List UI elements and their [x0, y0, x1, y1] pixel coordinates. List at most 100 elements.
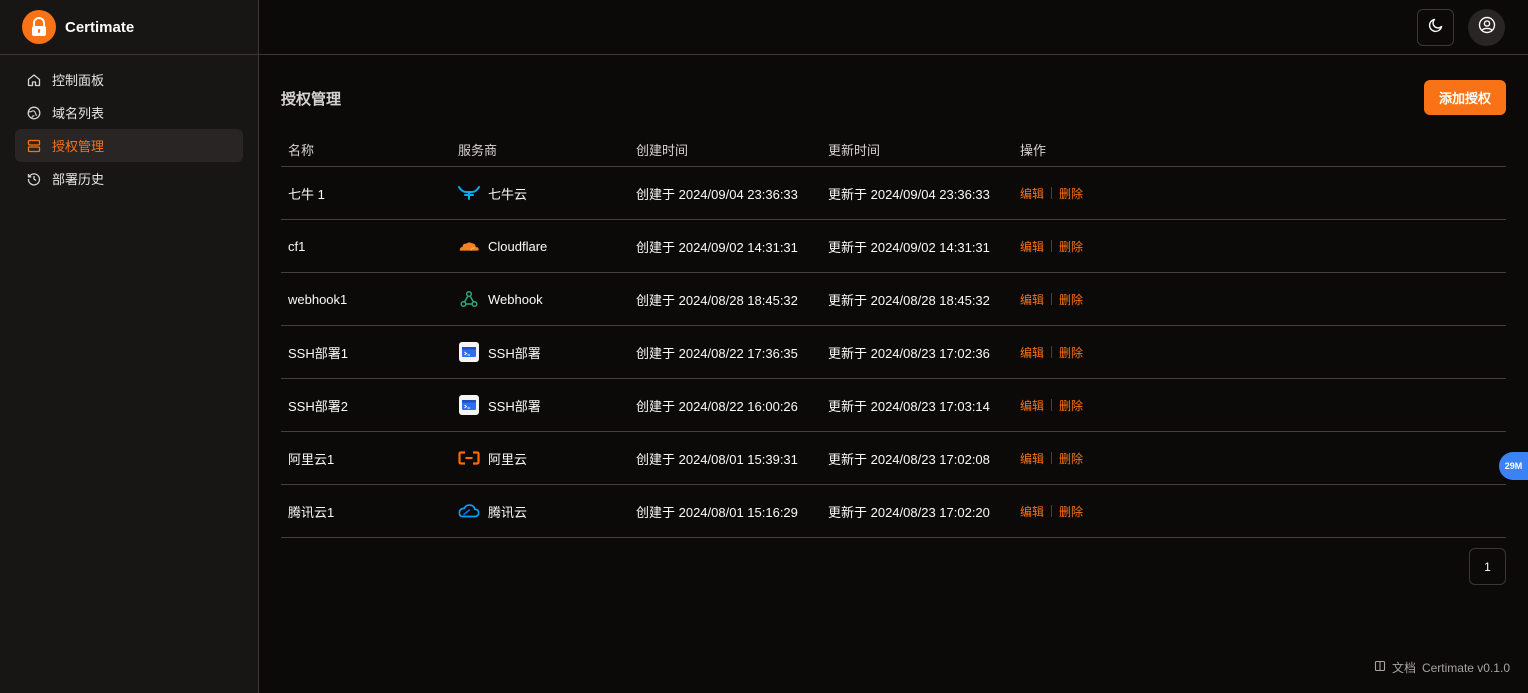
provider-cell: 腾讯云 — [458, 500, 636, 522]
delete-button[interactable]: 删除 — [1059, 291, 1083, 308]
delete-button[interactable]: 删除 — [1059, 450, 1083, 467]
column-header-provider: 服务商 — [458, 143, 498, 158]
action-divider — [1051, 187, 1053, 199]
created-at: 创建于 2024/08/22 16:00:26 — [636, 398, 798, 414]
access-name: cf1 — [288, 238, 306, 254]
table-row: 腾讯云1 腾讯云 创建于 2024/08/01 15:16:29 更新于 202… — [281, 485, 1506, 538]
moon-icon — [1428, 17, 1444, 38]
updated-at: 更新于 2024/09/02 14:31:31 — [828, 239, 990, 255]
sidebar-item-history[interactable]: 部署历史 — [15, 162, 243, 195]
tencent-cloud-icon — [458, 500, 480, 522]
action-divider — [1051, 293, 1053, 305]
sidebar-item-label: 授权管理 — [52, 139, 105, 154]
table-header: 名称 服务商 创建时间 更新时间 操作 — [281, 133, 1506, 167]
user-menu-button[interactable] — [1468, 9, 1505, 46]
action-divider — [1051, 399, 1053, 411]
delete-button[interactable]: 删除 — [1059, 185, 1083, 202]
table-row: cf1 Cloudflare 创建于 2024/09/02 14:31:31 更… — [281, 220, 1506, 273]
provider-cell: 七牛云 — [458, 182, 636, 204]
provider-cell: Webhook — [458, 288, 636, 310]
action-divider — [1051, 452, 1053, 464]
sidebar: Certimate 控制面板 域名列表 授权管理 部署历史 — [0, 0, 259, 693]
column-header-name: 名称 — [288, 143, 315, 158]
access-name: SSH部署1 — [288, 345, 348, 361]
user-circle-icon — [1478, 16, 1496, 39]
access-name: SSH部署2 — [288, 398, 348, 414]
sidebar-item-domains[interactable]: 域名列表 — [15, 96, 243, 129]
delete-button[interactable]: 删除 — [1059, 397, 1083, 414]
created-at: 创建于 2024/09/04 23:36:33 — [636, 186, 798, 202]
floating-badge[interactable]: 29M — [1499, 452, 1528, 480]
table-row: SSH部署1 SSH部署 创建于 2024/08/22 17:36:35 更新于… — [281, 326, 1506, 379]
edit-button[interactable]: 编辑 — [1020, 185, 1044, 202]
access-table: 名称 服务商 创建时间 更新时间 操作 七牛 1 七牛云 创建于 2024/09… — [281, 133, 1506, 538]
page-title: 授权管理 — [281, 91, 342, 108]
pagination-page-button[interactable]: 1 — [1469, 548, 1506, 585]
sidebar-item-label: 控制面板 — [52, 73, 105, 88]
app-root: Certimate 控制面板 域名列表 授权管理 部署历史 授权管理 添加授权 … — [0, 0, 1528, 693]
home-icon — [26, 72, 41, 87]
server-icon — [26, 138, 41, 153]
top-header — [259, 0, 1528, 55]
globe-icon — [26, 105, 41, 120]
updated-at: 更新于 2024/08/23 17:02:20 — [828, 504, 990, 520]
theme-toggle-button[interactable] — [1417, 9, 1454, 46]
updated-at: 更新于 2024/08/28 18:45:32 — [828, 292, 990, 308]
table-row: 七牛 1 七牛云 创建于 2024/09/04 23:36:33 更新于 202… — [281, 167, 1506, 220]
created-at: 创建于 2024/08/22 17:36:35 — [636, 345, 798, 361]
edit-button[interactable]: 编辑 — [1020, 450, 1044, 467]
access-name: webhook1 — [288, 291, 348, 307]
edit-button[interactable]: 编辑 — [1020, 503, 1044, 520]
action-divider — [1051, 240, 1053, 252]
history-icon — [26, 171, 41, 186]
brand[interactable]: Certimate — [0, 0, 258, 55]
table-row: SSH部署2 SSH部署 创建于 2024/08/22 16:00:26 更新于… — [281, 379, 1506, 432]
edit-button[interactable]: 编辑 — [1020, 344, 1044, 361]
access-name: 阿里云1 — [288, 451, 335, 467]
row-actions: 编辑 删除 — [1020, 450, 1220, 467]
created-at: 创建于 2024/09/02 14:31:31 — [636, 239, 798, 255]
sidebar-item-dashboard[interactable]: 控制面板 — [15, 63, 243, 96]
created-at: 创建于 2024/08/01 15:16:29 — [636, 504, 798, 520]
provider-name: Webhook — [488, 291, 543, 307]
updated-at: 更新于 2024/08/23 17:02:08 — [828, 451, 990, 467]
updated-at: 更新于 2024/08/23 17:02:36 — [828, 345, 990, 361]
action-divider — [1051, 346, 1053, 358]
edit-button[interactable]: 编辑 — [1020, 291, 1044, 308]
add-access-button[interactable]: 添加授权 — [1424, 80, 1506, 115]
column-header-created: 创建时间 — [636, 143, 689, 158]
sidebar-nav: 控制面板 域名列表 授权管理 部署历史 — [0, 55, 258, 203]
provider-name: 七牛云 — [488, 186, 528, 202]
ssh-icon — [458, 394, 480, 416]
provider-name: Cloudflare — [488, 238, 548, 254]
docs-icon — [1374, 660, 1386, 675]
footer: 文档 Certimate v0.1.0 — [1374, 659, 1510, 676]
delete-button[interactable]: 删除 — [1059, 344, 1083, 361]
action-divider — [1051, 505, 1053, 517]
qiniu-icon — [458, 182, 480, 204]
provider-cell: SSH部署 — [458, 341, 636, 363]
app-name: Certimate — [65, 18, 135, 36]
lock-logo-icon — [22, 10, 56, 44]
aliyun-icon — [458, 447, 480, 469]
sidebar-item-label: 部署历史 — [52, 172, 105, 187]
sidebar-item-label: 域名列表 — [52, 106, 105, 121]
updated-at: 更新于 2024/09/04 23:36:33 — [828, 186, 990, 202]
row-actions: 编辑 删除 — [1020, 185, 1220, 202]
provider-cell: SSH部署 — [458, 394, 636, 416]
provider-name: 阿里云 — [488, 451, 528, 467]
delete-button[interactable]: 删除 — [1059, 503, 1083, 520]
edit-button[interactable]: 编辑 — [1020, 397, 1044, 414]
table-row: webhook1 Webhook 创建于 2024/08/28 18:45:32… — [281, 273, 1506, 326]
delete-button[interactable]: 删除 — [1059, 238, 1083, 255]
provider-name: SSH部署 — [488, 398, 541, 414]
version-label: Certimate v0.1.0 — [1421, 660, 1510, 675]
row-actions: 编辑 删除 — [1020, 503, 1220, 520]
sidebar-item-access[interactable]: 授权管理 — [15, 129, 243, 162]
table-row: 阿里云1 阿里云 创建于 2024/08/01 15:39:31 更新于 202… — [281, 432, 1506, 485]
row-actions: 编辑 删除 — [1020, 344, 1220, 361]
provider-cell: Cloudflare — [458, 235, 636, 257]
access-name: 腾讯云1 — [288, 504, 335, 520]
docs-link[interactable]: 文档 — [1392, 659, 1416, 676]
edit-button[interactable]: 编辑 — [1020, 238, 1044, 255]
